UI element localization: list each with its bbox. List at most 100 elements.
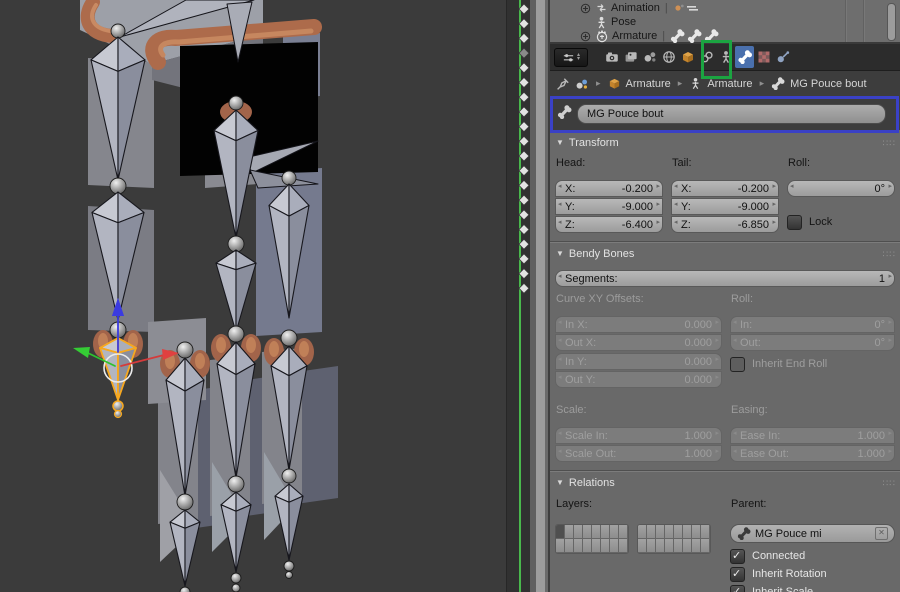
panel-drag-dots[interactable] (883, 248, 896, 260)
layer-cell[interactable] (701, 539, 710, 553)
breadcrumb-data[interactable]: Armature (707, 78, 752, 90)
layer-cell[interactable] (556, 539, 565, 553)
tab-world[interactable] (659, 46, 678, 68)
layer-cell[interactable] (574, 539, 583, 553)
joint-sphere (282, 171, 296, 185)
segments-field[interactable]: Segments:1 (555, 270, 895, 287)
layer-cell[interactable] (647, 525, 656, 539)
roll-field[interactable]: 0° (787, 180, 895, 197)
panel-drag-dots[interactable] (883, 477, 896, 489)
outliner-row-pose[interactable]: Pose (550, 15, 900, 29)
annotation-green-box (701, 40, 732, 79)
inherit-rotation-checkbox[interactable] (730, 567, 745, 582)
panel-header-bendy-bones[interactable]: ▼ Bendy Bones (554, 245, 896, 262)
ease-in-field[interactable]: Ease In:1.000 (730, 427, 895, 444)
layer-cell[interactable] (610, 539, 619, 553)
roll-lock-column: 0° Lock (787, 180, 895, 233)
lock-checkbox[interactable] (787, 215, 802, 230)
layer-cell[interactable] (592, 525, 601, 539)
current-frame-line (519, 0, 521, 592)
tail-y-field[interactable]: Y:-9.000 (671, 198, 779, 215)
head-y-field[interactable]: Y:-9.000 (555, 198, 663, 215)
datablock-icon[interactable] (575, 77, 589, 91)
expand-icon[interactable] (580, 3, 591, 14)
roll-in-field[interactable]: In:0° (730, 316, 895, 333)
layer-cell[interactable] (692, 539, 701, 553)
breadcrumb-bone[interactable]: MG Pouce bout (790, 78, 866, 90)
panel-header-relations[interactable]: ▼ Relations (554, 474, 896, 491)
layer-cell[interactable] (592, 539, 601, 553)
tab-physics[interactable] (773, 46, 792, 68)
panel-drag-dots[interactable] (883, 137, 896, 149)
layer-cell[interactable] (619, 525, 628, 539)
layer-cell[interactable] (638, 539, 647, 553)
outliner-item-label[interactable]: Armature (612, 30, 657, 42)
parent-field[interactable]: MG Pouce mi ✕ (730, 524, 895, 543)
layer-cell[interactable] (583, 539, 592, 553)
layer-cell[interactable] (638, 525, 647, 539)
divider: | (665, 2, 668, 14)
panel-header-transform[interactable]: ▼ Transform (554, 134, 896, 151)
curve-in-x-field[interactable]: In X:0.000 (555, 316, 722, 333)
armature-data-icon (595, 29, 609, 43)
layer-cell[interactable] (665, 539, 674, 553)
expand-icon[interactable] (580, 31, 591, 42)
layer-cell[interactable] (692, 525, 701, 539)
head-x-field[interactable]: X:-0.200 (555, 180, 663, 197)
layer-cell[interactable] (565, 539, 574, 553)
tab-bone-constraints[interactable] (754, 46, 773, 68)
connected-checkbox[interactable] (730, 549, 745, 564)
breadcrumb-object[interactable]: Armature (626, 78, 671, 90)
layer-cell[interactable] (583, 525, 592, 539)
clear-parent-icon[interactable]: ✕ (875, 527, 888, 540)
layer-cell[interactable] (601, 525, 610, 539)
layer-cell[interactable] (656, 539, 665, 553)
roll-label: Roll: (788, 157, 894, 170)
layer-cell[interactable] (647, 539, 656, 553)
properties-tabs (602, 46, 792, 68)
layer-cell[interactable] (610, 525, 619, 539)
inherit-scale-checkbox[interactable] (730, 585, 745, 592)
ease-out-field[interactable]: Ease Out:1.000 (730, 445, 895, 462)
tail-x-field[interactable]: X:-0.200 (671, 180, 779, 197)
outliner-item-label[interactable]: Animation (611, 2, 660, 14)
tab-render[interactable] (602, 46, 621, 68)
curve-out-y-field[interactable]: Out Y:0.000 (555, 371, 722, 388)
outliner-row-animation[interactable]: Animation | (550, 1, 900, 15)
divider: | (662, 30, 665, 42)
tab-scene[interactable] (640, 46, 659, 68)
layer-cell[interactable] (656, 525, 665, 539)
pin-icon[interactable] (556, 77, 570, 91)
layer-cell[interactable] (665, 525, 674, 539)
tab-bone[interactable] (735, 46, 754, 68)
head-z-field[interactable]: Z:-6.400 (555, 216, 663, 233)
outliner-item-label[interactable]: Pose (611, 16, 636, 28)
layer-cell[interactable] (674, 525, 683, 539)
layer-cell[interactable] (683, 539, 692, 553)
curve-in-y-field[interactable]: In Y:0.000 (555, 353, 722, 370)
tab-object[interactable] (678, 46, 697, 68)
tail-label: Tail: (672, 157, 778, 170)
inherit-end-roll-checkbox[interactable] (730, 357, 745, 372)
curve-out-x-field[interactable]: Out X:0.000 (555, 334, 722, 351)
layer-cell[interactable] (601, 539, 610, 553)
editor-type-button[interactable]: ▴▾ (554, 48, 588, 67)
easing-label: Easing: (731, 404, 894, 417)
bone-layers-group-2[interactable] (637, 524, 711, 554)
layer-cell[interactable] (701, 525, 710, 539)
dopesheet-strip[interactable] (506, 0, 551, 592)
layer-cell[interactable] (674, 539, 683, 553)
layer-cell[interactable] (565, 525, 574, 539)
roll-out-field[interactable]: Out:0° (730, 334, 895, 351)
viewport-3d[interactable] (0, 0, 506, 592)
bone-layers-group-1[interactable] (555, 524, 629, 554)
outliner: Animation | Pose Armature | (550, 0, 900, 44)
scale-out-field[interactable]: Scale Out:1.000 (555, 445, 722, 462)
layer-cell[interactable] (683, 525, 692, 539)
tail-z-field[interactable]: Z:-6.850 (671, 216, 779, 233)
layer-cell[interactable] (574, 525, 583, 539)
layer-cell[interactable] (556, 525, 565, 539)
layer-cell[interactable] (619, 539, 628, 553)
tab-render-layers[interactable] (621, 46, 640, 68)
scale-in-field[interactable]: Scale In:1.000 (555, 427, 722, 444)
